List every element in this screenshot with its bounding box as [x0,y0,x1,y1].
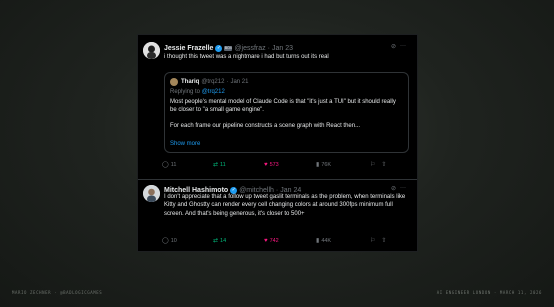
like-button[interactable]: ♥ 742 [264,238,316,244]
tweet-date[interactable]: Jan 23 [272,45,293,52]
avatar[interactable] [143,42,160,59]
view-count: 44K [321,238,332,244]
like-icon: ♥ [264,238,268,244]
separator: · [267,44,271,52]
view-count: 76K [321,162,332,168]
repost-icon: ⇄ [213,238,219,244]
author-handle[interactable]: @jessfraz [234,45,265,52]
footer-event: AI ENGINEER LONDON · MARCH 11, 2026 [436,290,542,295]
repost-count: 14 [220,238,227,244]
replying-to: Replying to @trq212 [170,89,225,95]
tweet-jessie[interactable]: Jessie Frazelle ✓ BOX @jessfraz · Jan 23… [138,35,417,179]
tweet-actions: ◯ 10 ⇄ 14 ♥ 742 ▮ 44K ⚐ ⇧ [162,238,411,244]
repost-icon: ⇄ [213,162,219,168]
avatar-image [143,185,160,202]
share-icon: ⇧ [381,238,387,244]
reply-button[interactable]: ◯ 10 [162,238,213,244]
footer-speaker: MARIO ZECHNER · @BADLOGICGAMES [12,290,103,295]
share-button[interactable]: ⇧ [381,162,386,168]
show-more-link[interactable]: Show more [170,141,200,147]
grok-icon[interactable]: ⊘ [391,185,396,192]
bookmark-icon: ⚐ [370,162,376,168]
quote-paragraph-2: For each frame our pipeline constructs a… [170,123,361,130]
tweet-text: i thought this tweet was a nightmare i h… [164,54,329,60]
repost-button[interactable]: ⇄ 11 [213,162,264,168]
quote-author-name[interactable]: Thariq [181,79,199,85]
author-name[interactable]: Jessie Frazelle [164,45,213,52]
views-button[interactable]: ▮ 44K [316,238,356,244]
repost-count: 11 [220,162,226,168]
reply-icon: ◯ [162,162,169,168]
more-icon[interactable]: ··· [400,185,406,192]
like-count: 573 [269,162,279,168]
tweet-text: I don't appreciate that a follow up twee… [164,194,406,217]
quote-paragraph-1: Most people's mental model of Claude Cod… [170,99,396,114]
like-count: 742 [269,238,279,244]
replying-to-handle[interactable]: @trq212 [202,89,225,95]
quoted-tweet[interactable]: Thariq @trq212 · Jan 21 Replying to @trq… [164,72,409,153]
tweet-mitchell[interactable]: Mitchell Hashimoto ✓ @mitchellh · Jan 24… [138,179,417,251]
like-icon: ♥ [264,162,268,168]
share-icon: ⇧ [381,162,387,168]
views-icon: ▮ [316,238,320,244]
bookmark-button[interactable]: ⚐ [370,238,375,244]
quote-author-handle[interactable]: @trq212 [201,79,224,85]
like-button[interactable]: ♥ 573 [264,162,316,168]
replying-to-label: Replying to [170,89,202,95]
bookmark-icon: ⚐ [370,238,376,244]
share-button[interactable]: ⇧ [381,238,386,244]
quote-avatar-image [170,78,178,86]
affiliate-badge[interactable]: BOX [224,45,233,51]
avatar-image [143,42,160,59]
reply-button[interactable]: ◯ 11 [162,162,213,168]
separator: · [226,79,229,85]
grok-icon[interactable]: ⊘ [391,43,396,50]
avatar[interactable] [143,185,160,202]
tweet-actions: ◯ 11 ⇄ 11 ♥ 573 ▮ 76K ⚐ ⇧ [162,162,411,168]
bookmark-button[interactable]: ⚐ [370,162,375,168]
verified-icon: ✓ [215,44,223,52]
views-icon: ▮ [316,162,320,168]
header-actions: ⊘ ··· [391,43,406,50]
tweet-thread-card: Jessie Frazelle ✓ BOX @jessfraz · Jan 23… [137,34,418,252]
quote-text: Most people's mental model of Claude Cod… [170,98,402,131]
reply-icon: ◯ [162,238,169,244]
reply-count: 11 [170,162,177,168]
more-icon[interactable]: ··· [400,43,406,50]
repost-button[interactable]: ⇄ 14 [213,238,264,244]
reply-count: 10 [170,238,177,244]
tweet-header: Jessie Frazelle ✓ BOX @jessfraz · Jan 23… [164,43,411,53]
views-button[interactable]: ▮ 76K [316,162,356,168]
quote-date[interactable]: Jan 21 [230,79,248,85]
quote-header: Thariq @trq212 · Jan 21 [170,77,403,87]
header-actions: ⊘ ··· [391,185,406,192]
quote-avatar[interactable] [170,78,178,86]
